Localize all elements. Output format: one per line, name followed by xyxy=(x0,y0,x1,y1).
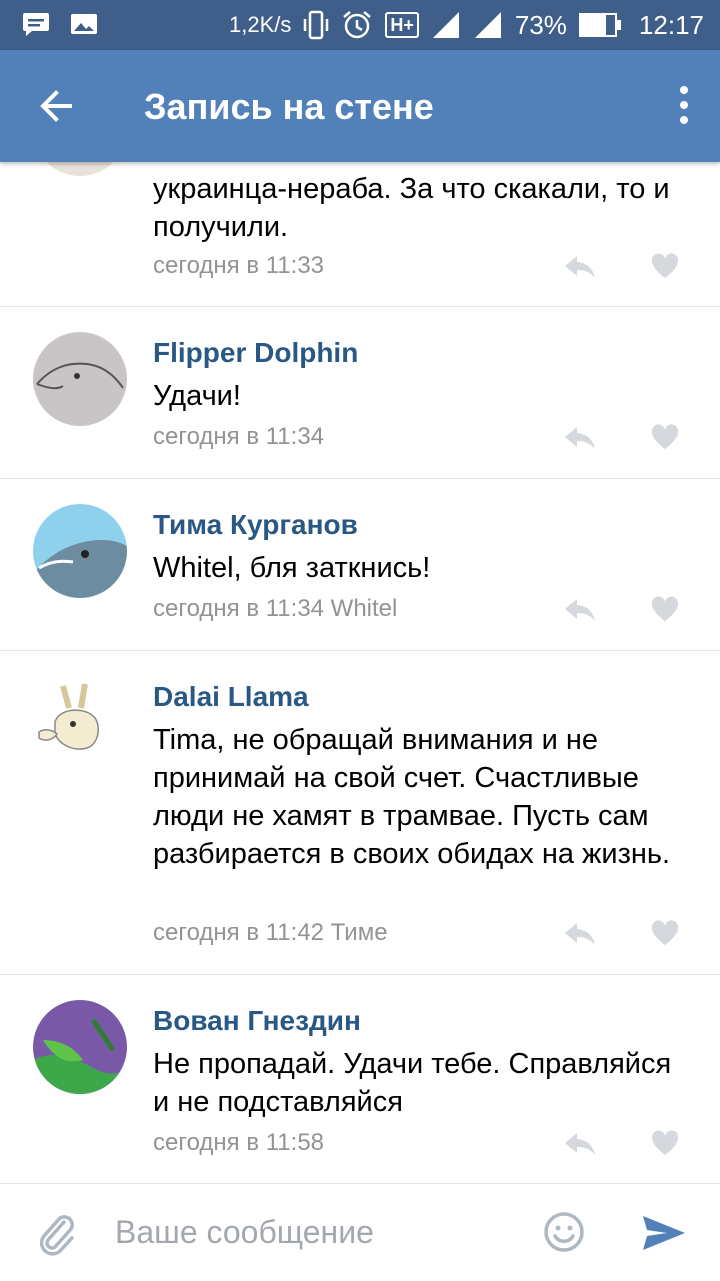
emoji-icon[interactable] xyxy=(543,1211,585,1253)
message-icon xyxy=(23,13,49,36)
network-type: H+ xyxy=(385,12,419,38)
gallery-icon xyxy=(71,14,97,34)
comment-item: Dalai Llama Tima, не обращай внимания и … xyxy=(0,651,720,975)
reply-icon[interactable] xyxy=(563,919,597,947)
app-bar: Запись на стене xyxy=(0,50,720,162)
battery-level xyxy=(580,15,606,35)
comment-text: Удачи! xyxy=(153,380,241,412)
clock: 12:17 xyxy=(638,9,704,40)
avatar[interactable] xyxy=(33,504,127,598)
author-name[interactable]: Flipper Dolphin xyxy=(153,337,358,369)
comment-meta: сегодня в 11:34 xyxy=(153,423,325,450)
comment-item: Вован Гнездин Не пропадай. Удачи тебе. С… xyxy=(0,975,720,1182)
battery-icon xyxy=(578,13,621,37)
paperclip-icon[interactable] xyxy=(36,1212,76,1256)
reply-icon[interactable] xyxy=(563,595,597,623)
reply-icon[interactable] xyxy=(563,1129,597,1157)
comment-item: украинца-нераба. За что скакали, то и по… xyxy=(0,162,720,307)
vibrate-icon xyxy=(304,10,329,40)
heart-icon[interactable] xyxy=(650,595,680,623)
comment-item: Тима Курганов Whitel, бля заткнись! сего… xyxy=(0,479,720,651)
battery-percent: 73% xyxy=(514,9,567,40)
page-title: Запись на стене xyxy=(144,86,434,127)
status-bar: 1,2K/s H+ 73% 12:17 xyxy=(0,0,720,50)
comment-item: Flipper Dolphin Удачи! сегодня в 11:34 xyxy=(0,307,720,479)
heart-icon[interactable] xyxy=(650,252,680,280)
comment-text: Tima, не обращай внимания и не принимай … xyxy=(153,724,671,870)
alarm-icon xyxy=(343,11,372,39)
comment-text: Whitel, бля заткнись! xyxy=(153,552,431,584)
reply-icon[interactable] xyxy=(563,252,597,280)
comment-meta: сегодня в 11:58 xyxy=(153,1129,325,1156)
comments-list[interactable]: украинца-нераба. За что скакали, то и по… xyxy=(0,162,720,1182)
author-name[interactable]: Dalai Llama xyxy=(153,681,309,713)
network-speed: 1,2K/s xyxy=(228,12,292,37)
author-name[interactable]: Вован Гнездин xyxy=(153,1005,361,1037)
avatar[interactable] xyxy=(33,676,127,770)
avatar[interactable] xyxy=(33,162,127,176)
comment-meta: сегодня в 11:42 Тиме xyxy=(153,919,388,946)
heart-icon[interactable] xyxy=(650,919,680,947)
comment-text: украинца-нераба. За что скакали, то и по… xyxy=(153,173,670,243)
reply-icon[interactable] xyxy=(563,423,597,451)
avatar[interactable] xyxy=(33,332,127,426)
back-arrow-icon[interactable] xyxy=(30,80,82,132)
comment-text: Не пропадай. Удачи тебе. Справляйся и не… xyxy=(153,1048,672,1118)
author-name[interactable]: Тима Курганов xyxy=(153,509,358,541)
signal-icon xyxy=(474,12,501,38)
send-icon[interactable] xyxy=(641,1214,687,1252)
more-vert-icon[interactable] xyxy=(678,86,690,126)
avatar[interactable] xyxy=(33,1000,127,1094)
signal-icon xyxy=(432,12,459,38)
heart-icon[interactable] xyxy=(650,423,680,451)
message-composer: Ваше сообщение xyxy=(0,1183,720,1281)
message-input[interactable]: Ваше сообщение xyxy=(115,1214,374,1251)
comment-meta: сегодня в 11:34 Whitel xyxy=(153,595,398,622)
heart-icon[interactable] xyxy=(650,1129,680,1157)
comment-meta: сегодня в 11:33 xyxy=(153,252,325,279)
